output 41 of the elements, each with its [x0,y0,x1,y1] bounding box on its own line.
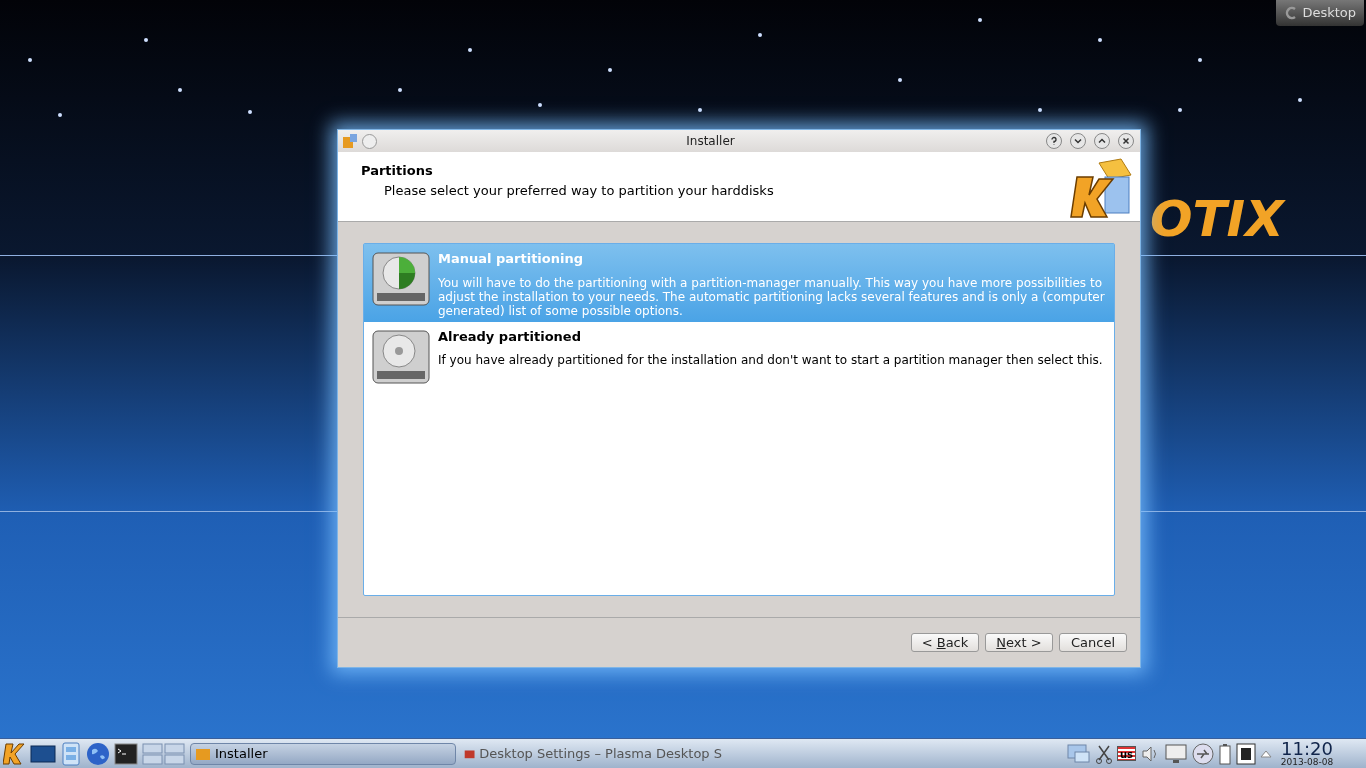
launcher-button[interactable] [2,740,26,767]
minimize-icon [1073,136,1083,146]
tray-expand-icon[interactable] [1260,748,1272,759]
maximize-icon [1097,136,1107,146]
close-button[interactable] [1118,133,1134,149]
terminal-icon[interactable] [114,742,138,765]
app-icon [342,133,358,149]
back-button[interactable]: < Back [911,633,979,652]
cancel-button[interactable]: Cancel [1059,633,1127,652]
option-description: If you have already partitioned for the installation and don't want to start a partition manager then select this. [438,353,1103,367]
desktop-button[interactable]: Desktop [1276,0,1364,26]
minimize-button[interactable] [1070,133,1086,149]
task-button[interactable]: Installer [190,742,456,765]
clock-time: 11:20 [1281,740,1333,758]
window-title: Installer [685,133,736,150]
page-subtitle: Please select your preferred way to partition your harddisks [383,181,775,200]
close-icon [1121,136,1131,146]
option-title: Already partitioned [438,327,582,346]
option-item[interactable] [364,244,1114,322]
maximize-button[interactable] [1094,133,1110,149]
keyboard-layout-flag[interactable]: us [1116,746,1136,761]
help-button[interactable] [1046,133,1062,149]
logo-text: OTIX [1150,194,1284,244]
display-icon[interactable] [1164,742,1188,765]
page-title: Partitions [361,162,434,180]
globe-icon[interactable] [86,741,110,766]
battery-icon[interactable] [1218,742,1232,765]
help-icon [1049,136,1059,146]
option-description: You will have to do the partitioning with a partition-manager manually. This way you have more possibilities to adjust the installation to your needs. The automatic partitioning lacks several features and is only a (computer generated) list of some possible options. [438,275,1106,318]
desktop-icon[interactable] [30,743,56,764]
option-item[interactable]: Already partitioned If you have already partitioned for the installation and don't want to start a partition manager then select this. [364,321,1114,391]
k-logo-icon [3,741,25,766]
scissors-icon[interactable] [1094,743,1113,764]
task-button[interactable]: Desktop Settings – Plasma Desktop S [460,742,726,765]
clock-date: 2013-08-08 [1280,758,1334,767]
option-title: Manual partitioning [438,250,584,268]
network-plug-icon[interactable] [1236,742,1256,765]
box-logo-icon [1069,157,1135,221]
clock[interactable]: 11:20 2013-08-08 [1276,740,1338,767]
hard-disk-chart-icon [371,249,431,309]
next-button[interactable]: Next > [985,633,1053,652]
